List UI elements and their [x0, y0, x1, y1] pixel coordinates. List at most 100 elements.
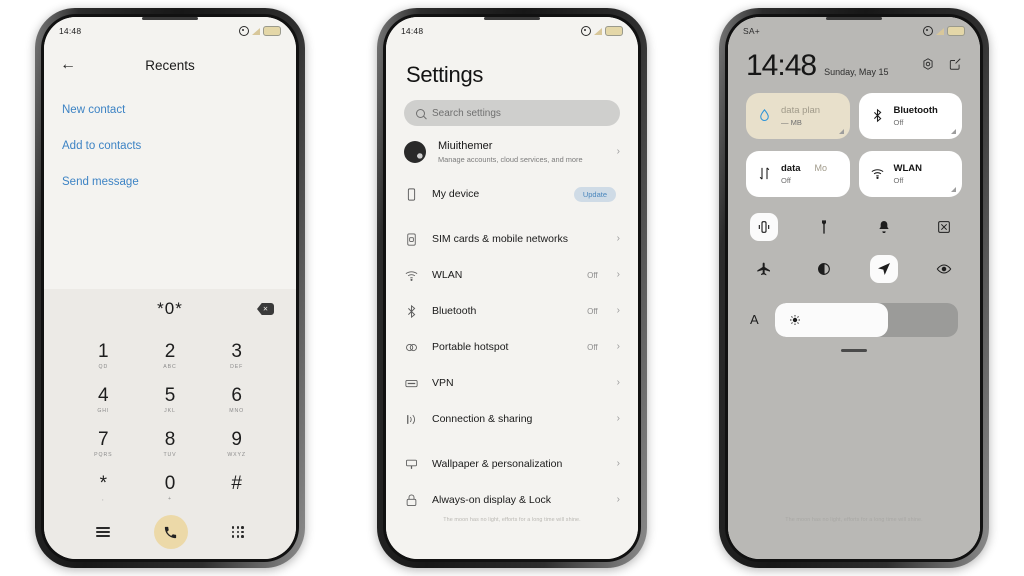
auto-brightness-label[interactable]: A [750, 312, 759, 327]
key-digit: 3 [231, 341, 242, 362]
recents-header: ← Recents [44, 38, 296, 82]
bluetooth-icon [870, 108, 885, 123]
drag-handle[interactable] [841, 348, 867, 352]
status-badge[interactable]: Update [573, 186, 616, 202]
tile-expand-icon[interactable] [838, 128, 844, 134]
vibrate-toggle[interactable] [750, 212, 778, 241]
tile-bluetooth[interactable]: Bluetooth Off [858, 92, 962, 139]
recents-panel: 14:48 ← Recents New contact Add to conta… [44, 17, 296, 289]
key-3[interactable]: 3 DEF [203, 335, 270, 377]
settings-row-wallpaper[interactable]: Wallpaper & personalization › [386, 446, 638, 482]
tile-title-extra: Mo [814, 162, 828, 173]
call-button[interactable] [153, 515, 188, 549]
settings-row-label: SIM cards & mobile networks [432, 233, 568, 245]
phone-3-screen: SA+ 14:48 Sunday, May 15 data plan — MB … [728, 17, 980, 559]
account-row[interactable]: Miuithemer Manage accounts, cloud servic… [386, 126, 638, 176]
key-digit: 0 [164, 473, 176, 494]
chevron-right-icon: › [616, 494, 620, 505]
key-0[interactable]: 0 + [137, 467, 204, 509]
settings-row-wlan[interactable]: WLAN Off › [386, 257, 638, 293]
location-toggle[interactable] [870, 254, 898, 283]
settings-row-value: Off [587, 270, 598, 280]
tile-expand-icon[interactable] [951, 186, 956, 192]
data-transfer-icon [757, 166, 772, 181]
settings-row-vpn[interactable]: VPN › [386, 365, 638, 401]
settings-row-connection-sharing[interactable]: Connection & sharing › [386, 401, 638, 437]
dialpad-panel: *0* ✕ 1 QD 2 ABC 3 DEF 4 GHI 5 JKL 6 MNO 7 PQRS… [44, 289, 296, 559]
battery-icon [947, 26, 965, 36]
dialer-bottom-bar [44, 509, 296, 549]
phone-3-bezel: SA+ 14:48 Sunday, May 15 data plan — MB … [725, 14, 983, 562]
key-digit: 6 [231, 385, 242, 406]
settings-row-sim-cards[interactable]: SIM cards & mobile networks › [386, 221, 638, 257]
add-to-contacts-link[interactable]: Add to contacts [62, 140, 296, 152]
sun-icon [789, 314, 800, 325]
flashlight-toggle[interactable] [810, 213, 838, 241]
status-time: 14:48 [401, 26, 424, 36]
keypad-grid-icon[interactable] [231, 525, 244, 539]
key-4[interactable]: 4 GHI [70, 379, 137, 421]
earpiece-speaker [142, 17, 198, 20]
signal-icon [936, 27, 944, 35]
bell-toggle[interactable] [870, 213, 898, 241]
airplane-toggle[interactable] [750, 255, 778, 283]
status-bar: 14:48 [44, 17, 296, 38]
settings-row-bluetooth[interactable]: Bluetooth Off › [386, 293, 638, 329]
eye-toggle[interactable] [930, 255, 958, 283]
phone-icon [404, 187, 419, 202]
tile-expand-icon[interactable] [951, 128, 956, 134]
screenshot-stage: 14:48 ← Recents New contact Add to conta… [0, 0, 1024, 576]
key-5[interactable]: 5 JKL [137, 379, 204, 421]
backspace-icon[interactable]: ✕ [257, 303, 274, 315]
key-hash[interactable]: # [203, 467, 270, 509]
phone-2-bezel: 14:48 Settings Search settings Miuitheme… [383, 14, 641, 562]
settings-row-always-on-display[interactable]: Always-on display & Lock › [386, 482, 638, 518]
tile-subtitle: Off [781, 175, 791, 185]
key-7[interactable]: 7 PQRS [70, 423, 137, 465]
menu-icon[interactable] [95, 527, 110, 537]
status-bar: 14:48 [386, 17, 638, 38]
clock: 14:48 [746, 49, 817, 82]
settings-row-my-device[interactable]: My device Update [386, 176, 638, 212]
settings-row-label: WLAN [432, 269, 463, 281]
tile-text: data plan — MB [781, 105, 820, 127]
new-contact-link[interactable]: New contact [62, 104, 296, 116]
keypad: 1 QD 2 ABC 3 DEF 4 GHI 5 JKL 6 MNO 7 PQRS 8 TUV … [44, 329, 296, 509]
key-digit: 7 [98, 429, 109, 450]
settings-row-portable-hotspot[interactable]: Portable hotspot Off › [386, 329, 638, 365]
screenshot-toggle[interactable] [930, 213, 958, 241]
status-network: SA+ [743, 26, 760, 36]
key-digit: * [99, 473, 108, 494]
phone-3-control-center: SA+ 14:48 Sunday, May 15 data plan — MB … [719, 8, 989, 568]
send-message-link[interactable]: Send message [62, 176, 296, 188]
tile-data-plan[interactable]: data plan — MB [746, 92, 850, 139]
key-8[interactable]: 8 TUV [137, 423, 204, 465]
back-button[interactable]: ← [60, 57, 76, 73]
key-letters: WXYZ [227, 452, 246, 458]
account-subtitle: Manage accounts, cloud services, and mor… [438, 155, 583, 164]
brightness-slider[interactable] [774, 302, 958, 337]
divider [386, 212, 638, 221]
settings-row-label: Always-on display & Lock [432, 494, 552, 506]
dark-mode-toggle[interactable] [810, 255, 838, 283]
tile-subtitle: — MB [781, 117, 802, 127]
page-title: Recents [145, 57, 195, 73]
settings-row-label: My device [432, 188, 480, 200]
status-icons [239, 26, 281, 36]
key-1[interactable]: 1 QD [70, 335, 137, 377]
account-name: Miuithemer [438, 140, 493, 152]
settings-row-label: Wallpaper & personalization [432, 458, 563, 470]
tile-wlan[interactable]: WLAN Off [858, 150, 962, 197]
chevron-right-icon: › [616, 458, 620, 469]
key-2[interactable]: 2 ABC [137, 335, 204, 377]
key-letters: , [102, 496, 105, 502]
key-9[interactable]: 9 WXYZ [203, 423, 270, 465]
tile-mobile-data[interactable]: data Mo Off [746, 150, 850, 197]
search-input[interactable]: Search settings [404, 100, 620, 126]
dialed-number-display: *0* ✕ [44, 289, 296, 329]
key-star[interactable]: *, [70, 467, 137, 509]
edit-icon[interactable] [948, 57, 962, 76]
lock-icon [404, 493, 419, 508]
key-6[interactable]: 6 MNO [203, 379, 270, 421]
gear-icon[interactable] [921, 57, 935, 76]
